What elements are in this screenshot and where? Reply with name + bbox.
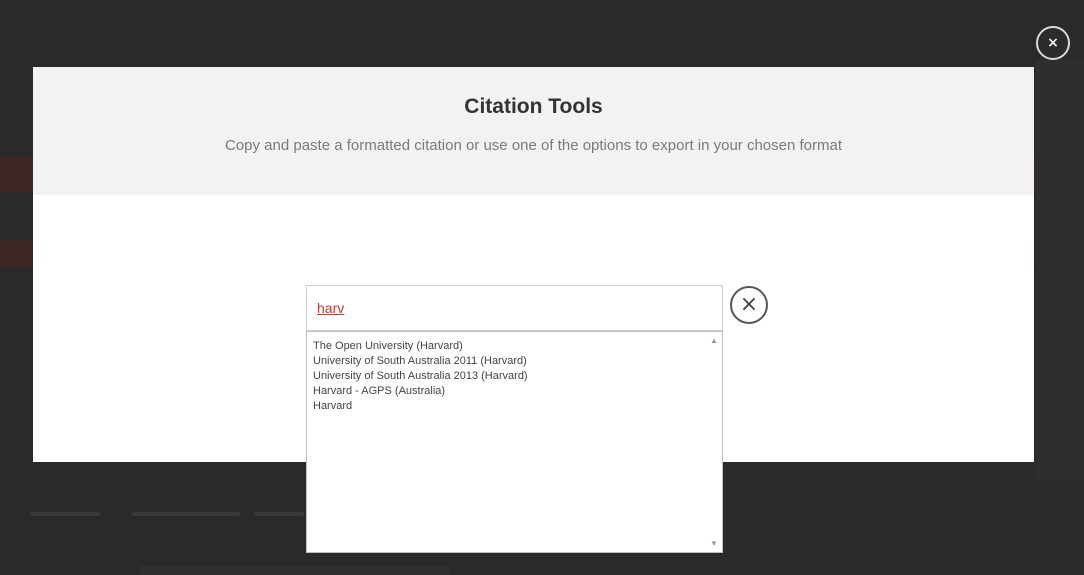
close-icon: ×: [1047, 35, 1059, 51]
list-item[interactable]: University of South Australia 2011 (Harv…: [313, 354, 716, 369]
background-bar: [140, 566, 450, 575]
background-line: [254, 512, 304, 516]
close-modal-button[interactable]: ×: [1036, 26, 1070, 60]
scroll-up-icon[interactable]: ▲: [709, 336, 719, 345]
scroll-down-icon[interactable]: ▼: [709, 539, 719, 548]
background-panel: [1036, 60, 1084, 480]
clear-icon: ×: [739, 292, 759, 317]
list-item[interactable]: Harvard: [313, 399, 716, 414]
modal-title: Citation Tools: [464, 95, 603, 118]
background-line: [30, 512, 100, 516]
list-item[interactable]: The Open University (Harvard): [313, 339, 716, 354]
citation-style-search[interactable]: [306, 285, 723, 331]
list-item[interactable]: University of South Australia 2013 (Harv…: [313, 369, 716, 384]
clear-search-button[interactable]: ×: [730, 286, 768, 324]
list-item[interactable]: Harvard - AGPS (Australia): [313, 384, 716, 399]
background-line: [132, 512, 240, 516]
style-results-list[interactable]: The Open University (Harvard) University…: [306, 331, 723, 553]
modal-subtitle: Copy and paste a formatted citation or u…: [224, 137, 843, 154]
modal-header: Citation Tools Copy and paste a formatte…: [33, 67, 1034, 195]
citation-style-input[interactable]: [307, 286, 722, 330]
